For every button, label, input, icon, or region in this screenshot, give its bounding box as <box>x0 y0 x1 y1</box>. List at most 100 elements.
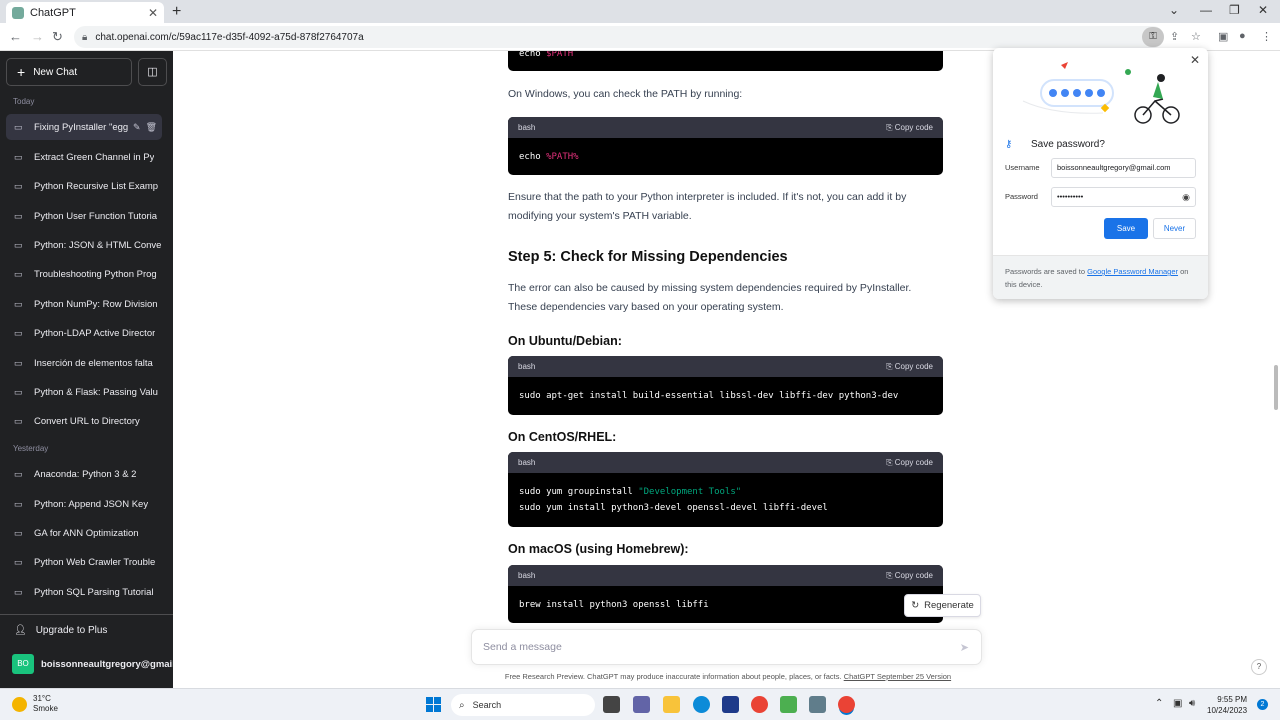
never-save-button[interactable]: Never <box>1153 218 1196 239</box>
chat-item[interactable]: ▭ Python Recursive List Examp <box>6 173 162 199</box>
forward-icon[interactable]: → <box>31 29 44 44</box>
network-icon[interactable]: ▣ <box>1173 698 1182 709</box>
file-explorer-icon[interactable] <box>663 696 680 713</box>
delete-icon[interactable]: 🗑︎ <box>146 122 157 132</box>
notification-badge[interactable]: 2 <box>1257 699 1268 710</box>
chat-item[interactable]: ▭ Anaconda: Python 3 & 2 <box>6 461 162 487</box>
subheading: On macOS (using Homebrew): <box>508 542 689 556</box>
chat-item-label: Python Recursive List Examp <box>34 180 159 192</box>
clipboard-icon: ⎘ <box>886 457 895 467</box>
reload-icon[interactable]: ↻ <box>52 29 63 45</box>
chat-item[interactable]: ▭ Python NumPy: Row Division <box>6 291 162 317</box>
new-chat-button[interactable]: + New Chat <box>6 58 132 86</box>
share-icon[interactable]: ⇪ <box>1170 30 1179 43</box>
chat-item[interactable]: ▭ Inserción de elementos falta <box>6 350 162 376</box>
copy-code-button[interactable]: ⎘ Copy code <box>886 571 933 581</box>
new-tab-button[interactable]: + <box>172 3 181 21</box>
minimize-icon[interactable]: — <box>1200 3 1212 17</box>
chat-item[interactable]: ▭ Python-LDAP Active Director <box>6 320 162 346</box>
chat-item-label: Extract Green Channel in Py <box>34 151 155 163</box>
task-view-icon[interactable] <box>603 696 620 713</box>
menu-icon[interactable]: ⋮ <box>1261 30 1272 43</box>
regenerate-button[interactable]: ↻ Regenerate <box>904 594 981 617</box>
code-language: bash <box>518 362 536 371</box>
chat-item[interactable]: ▭ Fixing PyInstaller "egg ✎ 🗑︎ <box>6 114 162 140</box>
close-tab-icon[interactable]: ✕ <box>148 6 158 20</box>
chat-item[interactable]: ▭ Python SQL Parsing Tutorial <box>6 579 162 605</box>
code-string: "Development Tools" <box>638 487 742 497</box>
close-window-icon[interactable]: ✕ <box>1258 3 1268 17</box>
version-link[interactable]: ChatGPT September 25 Version <box>844 672 951 681</box>
edge-icon[interactable] <box>693 696 710 713</box>
chat-item[interactable]: ▭ GA for ANN Optimization <box>6 520 162 546</box>
scrollbar[interactable] <box>1274 365 1278 410</box>
message-placeholder: Send a message <box>483 641 562 653</box>
chat-item[interactable]: ▭ Python: JSON & HTML Conve <box>6 232 162 258</box>
chat-item[interactable]: ▭ Python User Function Tutoria <box>6 203 162 229</box>
app-icon[interactable] <box>809 696 826 713</box>
code-body: echo $PATH <box>508 51 943 62</box>
chat-bubble-icon: ▭ <box>14 556 23 567</box>
weather-widget[interactable]: 31°C Smoke <box>12 694 58 714</box>
tab-search-icon[interactable]: ⌄ <box>1169 3 1179 17</box>
system-clock[interactable]: 9:55 PM 10/24/2023 <box>1207 694 1247 716</box>
upgrade-to-plus-button[interactable]: 👤︎ Upgrade to Plus <box>14 625 107 636</box>
chat-item[interactable]: ▭ Extract Green Channel in Py <box>6 144 162 170</box>
teams-chat-icon[interactable] <box>633 696 650 713</box>
help-button[interactable]: ? <box>1251 659 1267 675</box>
volume-icon[interactable]: 🔊︎ <box>1189 698 1195 709</box>
chrome-icon[interactable] <box>751 696 768 713</box>
profile-icon[interactable]: ● <box>1239 30 1246 42</box>
copy-code-button[interactable]: ⎘ Copy code <box>886 458 933 468</box>
chat-item-label: Anaconda: Python 3 & 2 <box>34 468 137 480</box>
bookmark-star-icon[interactable]: ☆ <box>1191 30 1201 43</box>
chat-item[interactable]: ▭ Python: Append JSON Key <box>6 491 162 517</box>
chat-item[interactable]: ▭ Python Web Crawler Trouble <box>6 549 162 575</box>
copy-code-label: Copy code <box>894 457 933 467</box>
popup-footer: Passwords are saved to Google Password M… <box>993 255 1208 299</box>
code-var: %PATH% <box>546 152 579 162</box>
user-outline-icon: 👤︎ <box>14 625 27 636</box>
chat-bubble-icon: ▭ <box>14 121 23 132</box>
save-password-button[interactable]: Save <box>1104 218 1148 239</box>
back-icon[interactable]: ← <box>9 29 22 44</box>
send-icon[interactable]: ➤ <box>960 641 969 654</box>
side-panel-icon[interactable]: ▣ <box>1218 30 1228 43</box>
code-header: bash ⎘ Copy code <box>508 565 943 586</box>
password-manager-link[interactable]: Google Password Manager <box>1087 267 1178 276</box>
temperature: 31°C <box>33 694 51 703</box>
paragraph: The error can also be caused by missing … <box>508 282 912 294</box>
username-field[interactable]: boissonneaultgregory@gmail.com <box>1051 158 1196 178</box>
lock-icon[interactable]: 🔒︎ <box>82 32 87 43</box>
browser-tab[interactable]: ChatGPT ✕ <box>6 2 164 23</box>
show-password-eye-icon[interactable]: ◉ <box>1182 188 1190 206</box>
copy-code-label: Copy code <box>894 570 933 580</box>
notepad-icon[interactable] <box>780 696 797 713</box>
taskbar-search[interactable]: ⌕ Search <box>451 694 595 716</box>
edit-icon[interactable]: ✎ <box>133 122 141 132</box>
chat-item[interactable]: ▭ Troubleshooting Python Prog <box>6 261 162 287</box>
chat-bubble-icon: ▭ <box>14 357 23 368</box>
time: 9:55 PM <box>1217 695 1248 704</box>
code-cmd: echo <box>519 51 547 59</box>
user-menu[interactable]: BO boissonneaultgregory@gmail.com <box>12 654 197 674</box>
store-icon[interactable] <box>722 696 739 713</box>
password-key-icon[interactable]: ⚿ <box>1142 27 1164 47</box>
chat-item[interactable]: ▭ Python & Flask: Passing Valu <box>6 379 162 405</box>
maximize-icon[interactable]: ❐ <box>1229 3 1240 17</box>
footnote: Free Research Preview. ChatGPT may produ… <box>493 672 963 681</box>
sidebar-toggle-icon[interactable]: ◫ <box>138 58 167 86</box>
chat-item-label: Python: Append JSON Key <box>34 498 149 510</box>
copy-code-button[interactable]: ⎘ Copy code <box>886 123 933 133</box>
password-field[interactable]: •••••••••• ◉ <box>1051 187 1196 207</box>
message-input[interactable]: Send a message ➤ <box>471 629 982 665</box>
address-bar[interactable]: 🔒︎ chat.openai.com/c/59ac117e-d35f-4092-… <box>74 26 1164 48</box>
paragraph: These dependencies vary based on your op… <box>508 301 784 313</box>
tab-title: ChatGPT <box>30 6 76 19</box>
windows-start-icon[interactable] <box>426 697 441 712</box>
copy-code-button[interactable]: ⎘ Copy code <box>886 362 933 372</box>
chrome-active-icon[interactable] <box>838 696 855 713</box>
clipboard-icon: ⎘ <box>886 361 895 371</box>
chat-item[interactable]: ▭ Convert URL to Directory <box>6 408 162 434</box>
tray-overflow-icon[interactable]: ⌃ <box>1155 698 1163 709</box>
